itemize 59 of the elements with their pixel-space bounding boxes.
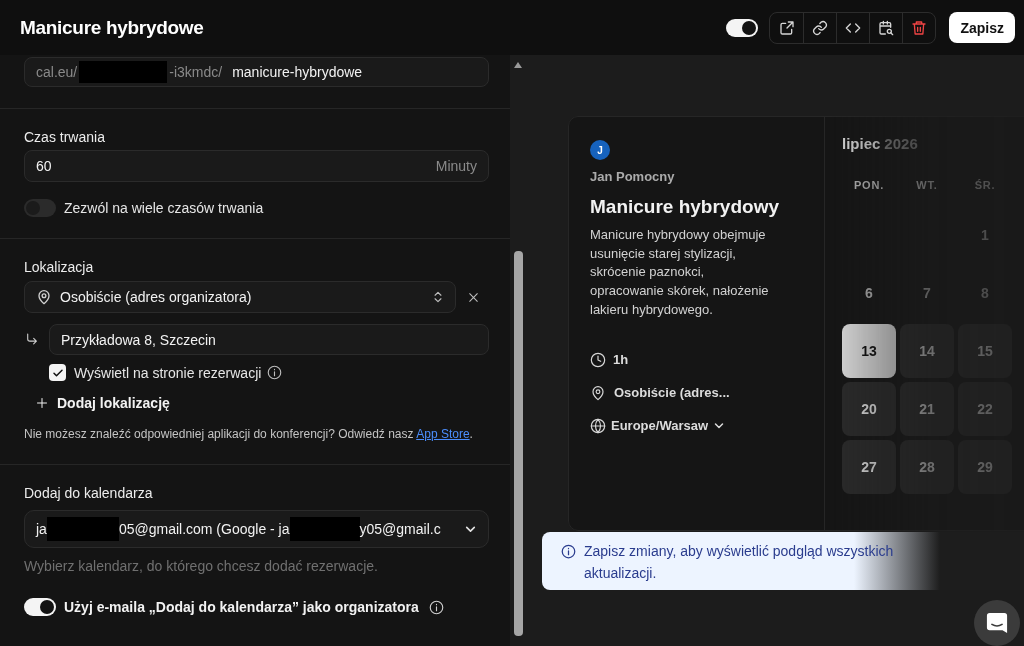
avatar: J: [590, 140, 610, 160]
field-label: Lokalizacja: [24, 259, 95, 276]
day-number: 6: [864, 284, 874, 303]
day-button[interactable]: 27: [842, 440, 896, 494]
weekday-label: PON.: [852, 178, 886, 193]
clock-icon: [590, 351, 606, 368]
info-icon: [267, 365, 283, 380]
duration-text: 1h: [613, 352, 629, 367]
calendar-search-icon: [878, 19, 895, 36]
calendar-year: 2026: [884, 135, 918, 153]
info-icon: [428, 599, 444, 615]
conference-note: Nie możesz znaleźć odpowiedniej aplikacji do konferencji? Odwiedź nasz App Store.: [24, 426, 474, 443]
save-button[interactable]: Zapisz: [949, 12, 1015, 43]
chat-bubble-icon: [986, 612, 1008, 634]
trash-icon: [911, 19, 928, 36]
day-number: 7: [922, 284, 932, 303]
external-link-icon: [778, 19, 795, 36]
scrollbar-thumb[interactable]: [513, 251, 523, 636]
weekday-label: WT.: [915, 178, 939, 193]
field-label: Czas trwania: [24, 129, 106, 146]
map-pin-icon: [590, 384, 606, 401]
scroll-up-arrow-icon[interactable]: [514, 62, 522, 68]
url-field[interactable]: cal.eu/ -i3kmdc/ manicure-hybrydowe: [24, 57, 489, 87]
calendar-select[interactable]: ja 05@gmail.com (Google - ja y05@gmail.c: [24, 510, 489, 548]
close-icon: [467, 290, 480, 304]
weekday-label: ŚR.: [973, 178, 997, 193]
toast-message: Zapisz zmiany, aby wyświetlić podgląd wszystkich aktualizacji.: [584, 542, 895, 583]
toggle-switch[interactable]: [24, 598, 56, 616]
globe-icon: [590, 417, 606, 434]
map-pin-icon: [36, 289, 52, 305]
plus-icon: [36, 397, 48, 409]
address-field[interactable]: Przykładowa 8, Szczecin: [49, 324, 489, 355]
toggle-label: Użyj e-maila „Dodaj do kalendarza” jako organizatora: [64, 599, 419, 615]
chat-button[interactable]: [974, 600, 1020, 646]
hint-text: Wybierz kalendarz, do którego chcesz dodać rezerwacje.: [24, 558, 379, 575]
toggle-switch[interactable]: [24, 199, 56, 217]
timezone-select[interactable]: Europe/Warsaw: [611, 418, 726, 433]
event-description: Manicure hybrydowy obejmuje usunięcie starej stylizacji, skrócenie paznokci, opracowanie skórek, nałożenie lakieru hybrydowego.: [590, 226, 770, 319]
location-text: Osobiście (adres...: [614, 385, 730, 400]
add-location-button[interactable]: Dodaj lokalizację: [36, 395, 170, 411]
redaction-block: [289, 517, 360, 541]
field-label: Dodaj do kalendarza: [24, 485, 154, 502]
checkbox-label: Wyświetl na stronie rezerwacji: [74, 364, 262, 381]
checkbox[interactable]: [49, 364, 66, 381]
day-button[interactable]: 20: [842, 382, 896, 436]
event-title: Manicure hybrydowy: [590, 195, 780, 218]
corner-arrow-icon: [25, 333, 38, 346]
info-icon: [561, 544, 576, 559]
unit-label: Minuty: [435, 158, 477, 174]
location-select[interactable]: Osobiście (adres organizatora): [24, 281, 456, 313]
page-title: Manicure hybrydowe: [20, 16, 204, 39]
toggle-label: Zezwól na wiele czasów trwania: [64, 200, 264, 216]
link-icon: [812, 19, 829, 36]
host-name: Jan Pomocny: [590, 169, 676, 185]
app-store-link[interactable]: App Store: [416, 427, 470, 441]
duration-field[interactable]: 60 Minuty: [24, 150, 489, 182]
calendar-month: lipiec: [842, 135, 881, 153]
day-button[interactable]: 13: [842, 324, 896, 378]
toggle-switch[interactable]: [726, 18, 759, 37]
